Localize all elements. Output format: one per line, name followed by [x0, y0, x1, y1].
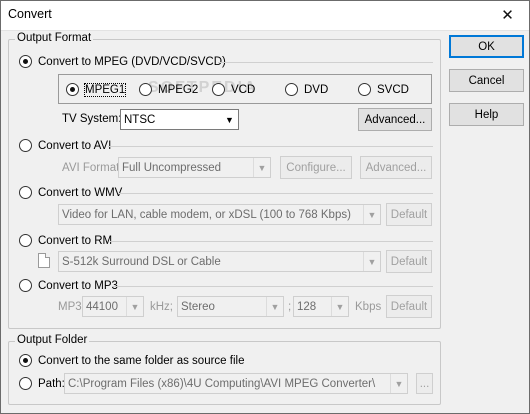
mp3-channel-value: Stereo: [181, 300, 215, 313]
close-icon[interactable]: ✕: [485, 0, 530, 30]
radio-indicator: [358, 83, 371, 96]
browse-button[interactable]: ...: [416, 373, 433, 394]
radio-indicator: [19, 377, 32, 390]
khz-label: kHz;: [150, 301, 173, 313]
separator: [118, 193, 433, 194]
vcd-radio[interactable]: VCD: [212, 83, 255, 96]
tv-system-select[interactable]: NTSC ▼: [120, 109, 239, 130]
avi-format-select[interactable]: Full Uncompressed ▼: [118, 157, 271, 178]
mp3-channel-select[interactable]: Stereo ▼: [177, 296, 284, 317]
chevron-down-icon: ▼: [126, 297, 143, 316]
mpeg-advanced-label: Advanced...: [364, 113, 426, 126]
separator: [110, 241, 433, 242]
wmv-profile-select[interactable]: Video for LAN, cable modem, or xDSL (100…: [58, 204, 381, 225]
mp3-default-button[interactable]: Default: [386, 295, 432, 318]
chevron-down-icon: ▼: [225, 114, 234, 125]
cancel-button[interactable]: Cancel: [449, 69, 524, 92]
path-radio[interactable]: Path:: [19, 377, 65, 390]
path-select[interactable]: C:\Program Files (x86)\4U Computing\AVI …: [64, 373, 408, 394]
help-button[interactable]: Help: [449, 103, 524, 126]
svcd-label: SVCD: [377, 83, 409, 96]
avi-configure-label: Configure...: [286, 161, 346, 174]
radio-indicator: [139, 83, 152, 96]
same-folder-label: Convert to the same folder as source fil…: [38, 354, 245, 367]
output-format-label: Output Format: [15, 32, 94, 44]
mpeg1-radio[interactable]: MPEG1: [66, 82, 127, 97]
ok-label: OK: [478, 40, 495, 53]
radio-indicator: [19, 234, 32, 247]
rm-profile-value: S-512k Surround DSL or Cable: [62, 255, 221, 268]
svcd-radio[interactable]: SVCD: [358, 83, 409, 96]
avi-advanced-label: Advanced...: [365, 161, 427, 174]
convert-to-mp3-radio[interactable]: Convert to MP3: [19, 279, 118, 292]
chevron-down-icon: ▼: [331, 297, 348, 316]
chevron-down-icon: ▼: [253, 158, 270, 177]
convert-to-wmv-radio[interactable]: Convert to WMV: [19, 186, 122, 199]
convert-to-rm-radio[interactable]: Convert to RM: [19, 234, 112, 247]
wmv-profile-value: Video for LAN, cable modem, or xDSL (100…: [62, 208, 351, 221]
mpeg-advanced-button[interactable]: Advanced...: [358, 108, 432, 131]
mpeg1-label: MPEG1: [83, 82, 127, 97]
mp3-separator: ;: [288, 301, 292, 313]
convert-to-rm-label: Convert to RM: [38, 234, 113, 247]
convert-to-avi-radio[interactable]: Convert to AVI: [19, 139, 111, 152]
convert-to-mpeg-radio[interactable]: Convert to MPEG (DVD/VCD/SVCD): [19, 55, 226, 68]
chevron-down-icon: ▼: [363, 205, 380, 224]
browse-label: ...: [419, 377, 430, 390]
tv-system-value: NTSC: [124, 113, 156, 126]
vcd-label: VCD: [231, 83, 256, 96]
mp3-rate-select[interactable]: 44100 ▼: [82, 296, 144, 317]
separator: [218, 62, 433, 63]
wmv-default-button[interactable]: Default: [386, 203, 432, 226]
radio-indicator: [66, 83, 79, 96]
help-label: Help: [474, 108, 499, 121]
mp3-rate-value: 44100: [86, 300, 118, 313]
window-title: Convert: [8, 7, 52, 21]
mp3-default-label: Default: [390, 300, 428, 313]
avi-format-value: Full Uncompressed: [122, 161, 222, 174]
dvd-label: DVD: [304, 83, 329, 96]
same-folder-radio[interactable]: Convert to the same folder as source fil…: [19, 354, 244, 367]
mp3-label: MP3: [58, 301, 82, 313]
radio-indicator: [19, 354, 32, 367]
chevron-down-icon: ▼: [363, 252, 380, 271]
radio-indicator: [19, 55, 32, 68]
convert-to-wmv-label: Convert to WMV: [38, 186, 123, 199]
radio-indicator: [19, 139, 32, 152]
avi-advanced-button[interactable]: Advanced...: [360, 156, 432, 179]
mp3-bitrate-value: 128: [297, 300, 317, 313]
radio-indicator: [212, 83, 225, 96]
kbps-label: Kbps: [355, 301, 382, 313]
tv-system-label: TV System:: [62, 113, 122, 125]
convert-to-avi-label: Convert to AVI: [38, 139, 112, 152]
rm-profile-select[interactable]: S-512k Surround DSL or Cable ▼: [58, 251, 381, 272]
ok-button[interactable]: OK: [449, 35, 524, 58]
wmv-default-label: Default: [390, 208, 428, 221]
dvd-radio[interactable]: DVD: [285, 83, 328, 96]
convert-to-mp3-label: Convert to MP3: [38, 279, 118, 292]
rm-default-label: Default: [390, 255, 428, 268]
rm-default-button[interactable]: Default: [386, 250, 432, 273]
radio-indicator: [285, 83, 298, 96]
cancel-label: Cancel: [468, 74, 505, 87]
chevron-down-icon: ▼: [266, 297, 283, 316]
radio-indicator: [19, 279, 32, 292]
avi-configure-button[interactable]: Configure...: [280, 156, 352, 179]
path-value: C:\Program Files (x86)\4U Computing\AVI …: [68, 377, 376, 390]
radio-indicator: [19, 186, 32, 199]
path-label: Path:: [38, 377, 65, 390]
chevron-down-icon: ▼: [390, 374, 407, 393]
output-folder-label: Output Folder: [15, 334, 90, 346]
title-bar: Convert ✕: [0, 0, 530, 31]
mp3-bitrate-select[interactable]: 128 ▼: [293, 296, 349, 317]
convert-to-mpeg-label: Convert to MPEG (DVD/VCD/SVCD): [38, 55, 226, 68]
separator: [112, 286, 433, 287]
document-icon: [38, 253, 50, 268]
mpeg2-radio[interactable]: MPEG2: [139, 83, 198, 96]
mpeg2-label: MPEG2: [158, 83, 199, 96]
avi-format-label: AVI Format:: [62, 162, 123, 174]
separator: [108, 146, 433, 147]
